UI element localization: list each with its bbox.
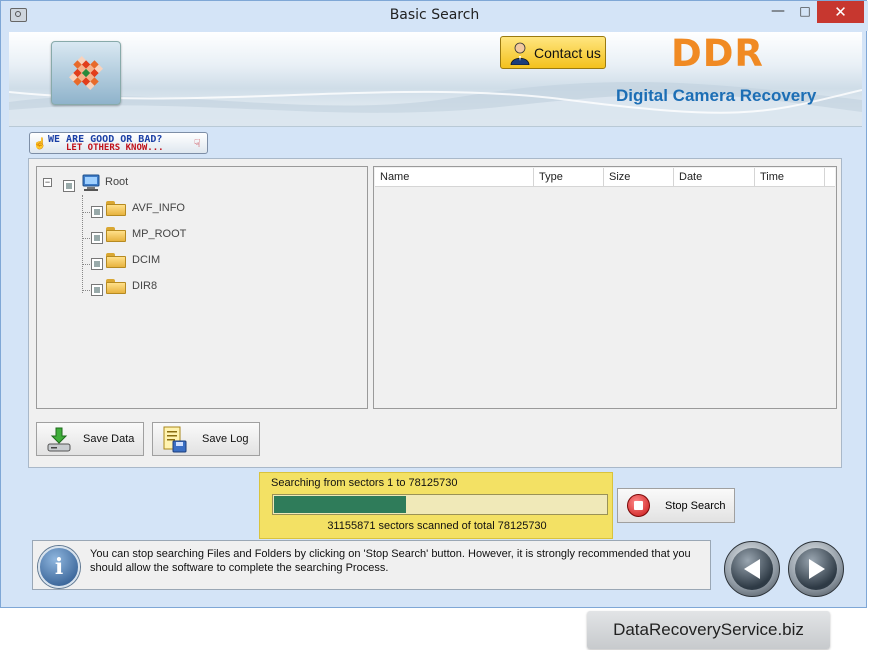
back-button[interactable] (724, 541, 780, 597)
window-title: Basic Search (389, 7, 480, 23)
column-header-time[interactable]: Time (755, 168, 825, 186)
folder-icon (106, 253, 126, 268)
collapse-icon[interactable]: − (43, 178, 52, 187)
app-logo (51, 41, 121, 105)
column-header-size[interactable]: Size (604, 168, 674, 186)
tree-checkbox[interactable] (91, 232, 103, 244)
minimize-button[interactable]: — (763, 1, 793, 23)
tree-item-dir8[interactable]: DIR8 (91, 278, 291, 298)
product-name: Digital Camera Recovery (616, 86, 817, 105)
tree-item-dcim[interactable]: DCIM (91, 252, 291, 272)
folder-tree[interactable]: − Root AVF_INFO MP_ROOT DCIM DIR8 (36, 166, 368, 409)
feedback-line2: LET OTHERS KNOW... (66, 143, 164, 153)
thumbs-up-icon: ☝ (33, 138, 47, 150)
tree-item-label: AVF_INFO (132, 202, 185, 214)
maximize-button[interactable]: □ (791, 1, 819, 23)
column-header-name[interactable]: Name (375, 168, 534, 186)
column-header-date[interactable]: Date (674, 168, 755, 186)
title-bar: Basic Search — □ ✕ (1, 1, 868, 31)
info-bar: i You can stop searching Files and Folde… (32, 540, 711, 590)
progress-bar-fill (274, 496, 406, 513)
contact-us-button[interactable]: Contact us (500, 36, 606, 69)
search-progress-panel: Searching from sectors 1 to 78125730 311… (259, 472, 613, 539)
folder-icon (106, 227, 126, 242)
sectors-scanned-text: 31155871 sectors scanned of total 781257… (327, 520, 547, 532)
thumbs-down-icon: ☟ (194, 138, 201, 150)
tree-item-label: DIR8 (132, 280, 158, 292)
folder-icon (106, 201, 126, 216)
app-window: Basic Search — □ ✕ Contact us DDR Digita… (0, 0, 868, 608)
back-button-face (731, 548, 773, 590)
save-log-button[interactable]: Save Log (152, 422, 260, 456)
tree-root[interactable]: − Root (43, 174, 243, 194)
tree-checkbox[interactable] (63, 180, 75, 192)
column-header-type[interactable]: Type (534, 168, 604, 186)
feedback-banner[interactable]: ☝ WE ARE GOOD OR BAD? LET OTHERS KNOW...… (29, 132, 208, 154)
save-data-label: Save Data (83, 433, 135, 445)
tree-checkbox[interactable] (91, 206, 103, 218)
tree-item-avf-info[interactable]: AVF_INFO (91, 200, 291, 220)
progress-bar (272, 494, 608, 515)
next-button-face (795, 548, 837, 590)
stop-search-button[interactable]: Stop Search (617, 488, 735, 523)
close-button[interactable]: ✕ (817, 1, 864, 23)
stop-icon (627, 494, 650, 517)
stop-search-label: Stop Search (665, 500, 726, 512)
arrow-right-icon (809, 559, 825, 579)
file-list[interactable]: Name Type Size Date Time (373, 166, 837, 409)
file-list-header: Name Type Size Date Time (375, 168, 835, 187)
tree-item-mp-root[interactable]: MP_ROOT (91, 226, 291, 246)
tree-item-label: DCIM (132, 254, 161, 266)
tree-item-label: MP_ROOT (132, 228, 187, 240)
next-button[interactable] (788, 541, 844, 597)
arrow-left-icon (744, 559, 760, 579)
computer-icon (82, 174, 100, 191)
header-banner: Contact us DDR Digital Camera Recovery (9, 32, 862, 127)
tree-checkbox[interactable] (91, 284, 103, 296)
folder-icon (106, 279, 126, 294)
tree-root-label: Root (105, 176, 129, 188)
info-message: You can stop searching Files and Folders… (90, 548, 691, 574)
tree-checkbox[interactable] (91, 258, 103, 270)
save-data-button[interactable]: Save Data (36, 422, 144, 456)
person-icon (510, 42, 530, 65)
save-log-label: Save Log (202, 433, 249, 445)
contact-us-label: Contact us (534, 45, 601, 61)
save-log-icon (163, 426, 187, 453)
website-badge[interactable]: DataRecoveryService.biz (587, 611, 830, 649)
save-data-icon (47, 427, 71, 452)
info-icon: i (38, 546, 80, 588)
checker-logo-icon (69, 56, 103, 90)
brand-logo-text: DDR (671, 32, 764, 75)
tree-line (82, 195, 83, 293)
search-status-text: Searching from sectors 1 to 78125730 (271, 477, 458, 489)
